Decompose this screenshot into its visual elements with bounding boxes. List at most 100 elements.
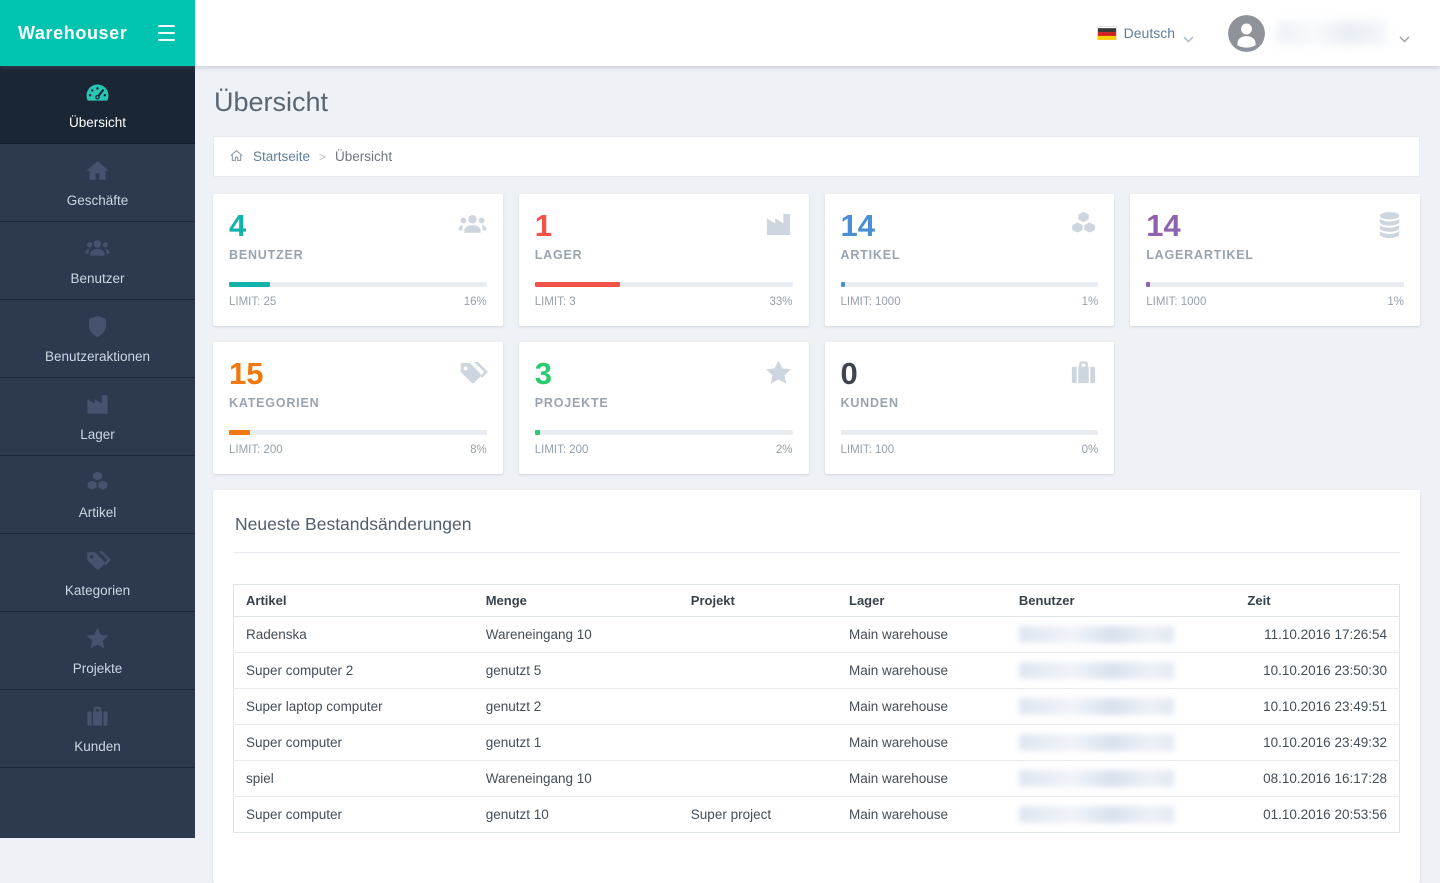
limit-progress-fill [229,430,250,435]
sidebar-item-projekte[interactable]: Projekte [0,612,195,690]
user-name-redacted [1019,770,1174,787]
cell-lager: Main warehouse [837,617,1007,653]
topbar: Warehouser Deutsch [0,0,1440,66]
limit-progress-track [1146,282,1404,287]
user-name-redacted [1019,806,1174,823]
cell-zeit: 11.10.2016 17:26:54 [1235,617,1399,653]
cell-artikel: Super computer [234,725,474,761]
column-header-benutzer: Benutzer [1007,585,1236,617]
cell-artikel: Super computer 2 [234,653,474,689]
table-row: RadenskaWareneingang 10Main warehouse11.… [234,617,1400,653]
cell-zeit: 10.10.2016 23:49:32 [1235,725,1399,761]
stat-value: 3 [535,356,793,392]
star-icon [763,357,794,388]
cell-artikel: Super computer [234,797,474,833]
column-header-lager: Lager [837,585,1007,617]
stat-card-kategorien: 15 KATEGORIEN LIMIT: 200 8% [213,342,503,474]
gauge-icon [84,79,111,106]
breadcrumb-startseite[interactable]: Startseite [253,149,310,164]
chevron-down-icon [1399,30,1410,38]
language-selector[interactable]: Deutsch [1098,25,1194,41]
tags-icon [457,357,488,388]
cell-menge: genutzt 5 [474,653,679,689]
table-row: spielWareneingang 10Main warehouse08.10.… [234,761,1400,797]
inventory-changes-table: ArtikelMengeProjektLagerBenutzerZeit Rad… [233,584,1400,833]
database-icon [1374,209,1405,240]
sidebar-item-lager[interactable]: Lager [0,378,195,456]
german-flag-icon [1098,27,1116,39]
stat-card-kunden: 0 KUNDEN LIMIT: 100 0% [825,342,1115,474]
stat-percent: 2% [776,444,793,456]
stat-card-benutzer: 4 BENUTZER LIMIT: 25 16% [213,194,503,326]
tags-icon [84,547,111,574]
column-header-artikel: Artikel [234,585,474,617]
limit-progress-fill [229,282,270,287]
cell-projekt [679,761,837,797]
cell-menge: genutzt 10 [474,797,679,833]
app-logo[interactable]: Warehouser [18,23,127,44]
cell-zeit: 10.10.2016 23:50:30 [1235,653,1399,689]
stat-percent: 1% [1387,296,1404,308]
cell-benutzer [1007,617,1236,653]
stat-value: 1 [535,208,793,244]
cell-benutzer [1007,797,1236,833]
stat-value: 15 [229,356,487,392]
cell-benutzer [1007,761,1236,797]
cell-lager: Main warehouse [837,689,1007,725]
stat-card-projekte: 3 PROJEKTE LIMIT: 200 2% [519,342,809,474]
latest-changes-panel: Neueste Bestandsänderungen ArtikelMengeP… [213,490,1420,883]
limit-progress-track [535,430,793,435]
sidebar-item-geschaefte[interactable]: Geschäfte [0,144,195,222]
suitcase-icon [1068,357,1099,388]
cell-lager: Main warehouse [837,797,1007,833]
cubes-icon [1068,209,1099,240]
sidebar-item-label: Benutzer [70,271,124,286]
cell-artikel: spiel [234,761,474,797]
table-row: Super computergenutzt 10Super projectMai… [234,797,1400,833]
suitcase-icon [84,703,111,730]
sidebar-item-benutzer[interactable]: Benutzer [0,222,195,300]
limit-progress-track [229,430,487,435]
shield-icon [84,313,111,340]
user-menu[interactable] [1228,15,1410,52]
hamburger-menu-icon[interactable] [156,21,177,45]
cell-menge: Wareneingang 10 [474,617,679,653]
stat-limit: LIMIT: 3 [535,296,576,308]
stat-value: 14 [841,208,1099,244]
stat-limit: LIMIT: 1000 [841,296,901,308]
column-header-projekt: Projekt [679,585,837,617]
stat-limit: LIMIT: 25 [229,296,276,308]
limit-progress-fill [535,282,620,287]
cell-projekt [679,617,837,653]
breadcrumb: Startseite > Übersicht [213,136,1420,177]
home-icon [229,148,244,163]
cell-menge: genutzt 1 [474,725,679,761]
panel-title: Neueste Bestandsänderungen [233,512,1400,553]
column-header-zeit: Zeit [1235,585,1399,617]
cell-lager: Main warehouse [837,761,1007,797]
main-content: Übersicht Startseite > Übersicht 4 BENUT… [195,0,1440,883]
sidebar-item-artikel[interactable]: Artikel [0,456,195,534]
sidebar-item-label: Geschäfte [67,193,129,208]
table-row: Super computergenutzt 1Main warehouse10.… [234,725,1400,761]
sidebar-item-uebersicht[interactable]: Übersicht [0,66,195,144]
cell-zeit: 08.10.2016 16:17:28 [1235,761,1399,797]
chevron-down-icon [1183,30,1194,38]
stat-limit: LIMIT: 200 [535,444,589,456]
stat-value: 14 [1146,208,1404,244]
page-title: Übersicht [213,66,1420,136]
cubes-icon [84,469,111,496]
stat-percent: 8% [470,444,487,456]
cell-projekt [679,653,837,689]
star-icon [84,625,111,652]
sidebar-item-kunden[interactable]: Kunden [0,690,195,768]
stat-label: KATEGORIEN [229,396,487,410]
cell-lager: Main warehouse [837,653,1007,689]
stat-value: 4 [229,208,487,244]
breadcrumb-separator: > [319,150,326,164]
sidebar-item-kategorien[interactable]: Kategorien [0,534,195,612]
sidebar-item-benutzeraktionen[interactable]: Benutzeraktionen [0,300,195,378]
cell-menge: genutzt 2 [474,689,679,725]
cell-projekt: Super project [679,797,837,833]
sidebar-item-label: Artikel [79,505,117,520]
